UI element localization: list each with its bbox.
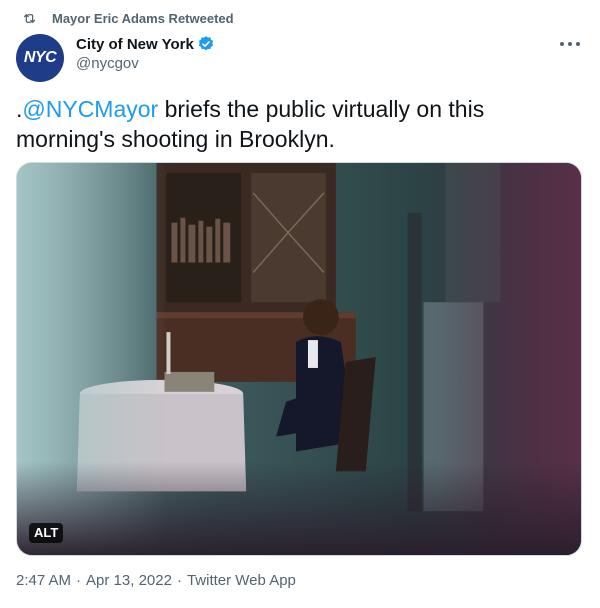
retweet-indicator[interactable]: Mayor Eric Adams Retweeted (22, 10, 234, 26)
meta-separator: · (76, 572, 82, 589)
author-block: City of New York @nycgov (76, 34, 215, 72)
tweet-photo[interactable]: ALT (16, 162, 582, 556)
avatar[interactable]: NYC (16, 34, 64, 82)
handle[interactable]: @nycgov (76, 55, 215, 72)
tweet-metadata: 2:47 AM · Apr 13, 2022 · Twitter Web App (16, 572, 296, 589)
tweet-time[interactable]: 2:47 AM (16, 572, 71, 589)
verified-badge-icon (198, 36, 213, 51)
tweet-text: .@NYCMayor briefs the public virtually o… (16, 94, 576, 154)
retweet-label: Mayor Eric Adams Retweeted (52, 10, 234, 26)
photo-image (17, 163, 581, 555)
source-app-link[interactable]: Twitter Web App (187, 572, 296, 589)
retweet-icon (23, 13, 36, 23)
tweet-date[interactable]: Apr 13, 2022 (86, 572, 172, 589)
more-options-icon[interactable] (560, 36, 580, 52)
display-name[interactable]: City of New York (76, 36, 194, 53)
alt-badge[interactable]: ALT (29, 523, 64, 543)
meta-separator: · (176, 572, 182, 589)
avatar-logo-text: NYC (23, 49, 57, 66)
mention-link[interactable]: @NYCMayor (22, 96, 158, 122)
